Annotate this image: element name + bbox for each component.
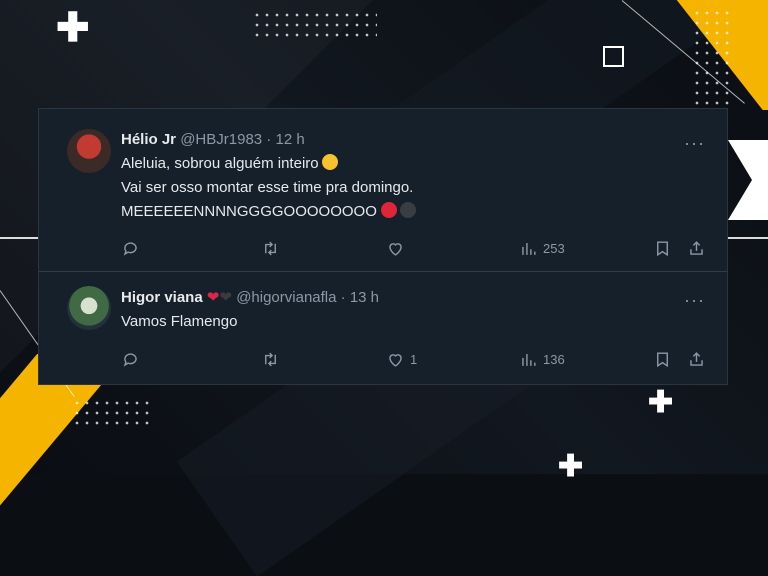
share-icon	[690, 351, 703, 366]
tweet-header: Hélio Jr @HBJr1983 · 12 h	[121, 131, 305, 151]
avatar[interactable]	[67, 129, 111, 173]
tweet-line: Vamos Flamengo	[121, 313, 238, 330]
divider	[39, 271, 727, 272]
plus-icon: ✚	[558, 450, 584, 483]
separator: ·	[266, 131, 272, 148]
tweet-line: Aleluia, sobrou alguém inteiro	[121, 155, 319, 172]
tweet-actions: 1 136	[121, 347, 705, 371]
author-handle[interactable]: @HBJr1983	[180, 131, 262, 148]
reply-button[interactable]	[121, 347, 145, 371]
more-options-icon[interactable]: ···	[684, 290, 705, 311]
author-handle[interactable]: @higorvianafla	[236, 289, 336, 306]
author-name[interactable]: Hélio Jr	[121, 131, 176, 148]
views-button[interactable]: 253	[519, 236, 565, 260]
dot-pattern	[252, 10, 377, 40]
share-button[interactable]	[687, 347, 706, 371]
tweet-header: Higor viana ❤❤ @higorvianafla · 13 h	[121, 288, 379, 308]
like-icon	[389, 353, 402, 367]
views-count: 136	[543, 351, 565, 367]
share-icon	[690, 240, 703, 255]
laughing-emoji-icon	[321, 154, 338, 170]
avatar[interactable]	[67, 286, 111, 330]
tweet-line: MEEEEEENNNNGGGGOOOOOOOO	[121, 203, 377, 220]
tweet: Hélio Jr @HBJr1983 · 12 h ··· Aleluia, s…	[39, 119, 727, 269]
more-options-icon[interactable]: ···	[684, 133, 705, 154]
red-heart-emoji-icon: ❤	[206, 289, 220, 306]
likes-count: 1	[410, 351, 418, 367]
bookmark-button[interactable]	[653, 347, 672, 371]
black-heart-emoji-icon: ❤	[219, 289, 233, 306]
retweet-button[interactable]	[261, 236, 285, 260]
plus-icon: ✚	[56, 6, 90, 50]
views-count: 253	[543, 240, 565, 256]
timestamp[interactable]: 13 h	[350, 289, 379, 306]
red-circle-emoji-icon	[380, 202, 397, 218]
plus-icon: ✚	[648, 386, 674, 419]
reply-icon	[123, 352, 137, 367]
tweet-text: Aleluia, sobrou alguém inteiro Vai ser o…	[121, 152, 416, 224]
reply-icon	[123, 241, 137, 256]
like-button[interactable]: 1	[386, 347, 417, 371]
tweet-line: Vai ser osso montar esse time pra doming…	[121, 179, 414, 196]
share-button[interactable]	[687, 236, 706, 260]
bookmark-icon	[657, 240, 668, 256]
like-icon	[389, 242, 402, 256]
author-name[interactable]: Higor viana	[121, 289, 203, 306]
timestamp[interactable]: 12 h	[275, 131, 304, 148]
views-icon	[522, 353, 536, 366]
tweet-thread-card: Hélio Jr @HBJr1983 · 12 h ··· Aleluia, s…	[38, 108, 728, 385]
separator: ·	[340, 289, 346, 306]
views-icon	[522, 242, 536, 255]
dot-pattern	[72, 398, 152, 428]
like-button[interactable]	[386, 236, 410, 260]
tweet-text: Vamos Flamengo	[121, 310, 237, 334]
dot-pattern	[692, 8, 732, 108]
tweet: Higor viana ❤❤ @higorvianafla · 13 h ···…	[39, 274, 727, 384]
reply-button[interactable]	[121, 236, 145, 260]
decor-line	[0, 237, 40, 239]
bookmark-icon	[657, 351, 668, 367]
square-outline-icon	[603, 46, 624, 67]
tweet-actions: 253	[121, 236, 705, 260]
retweet-icon	[265, 241, 276, 255]
retweet-button[interactable]	[261, 347, 285, 371]
bookmark-button[interactable]	[653, 236, 672, 260]
views-button[interactable]: 136	[519, 347, 565, 371]
retweet-icon	[265, 352, 276, 366]
black-circle-emoji-icon	[399, 202, 416, 218]
decor-line	[728, 237, 768, 239]
